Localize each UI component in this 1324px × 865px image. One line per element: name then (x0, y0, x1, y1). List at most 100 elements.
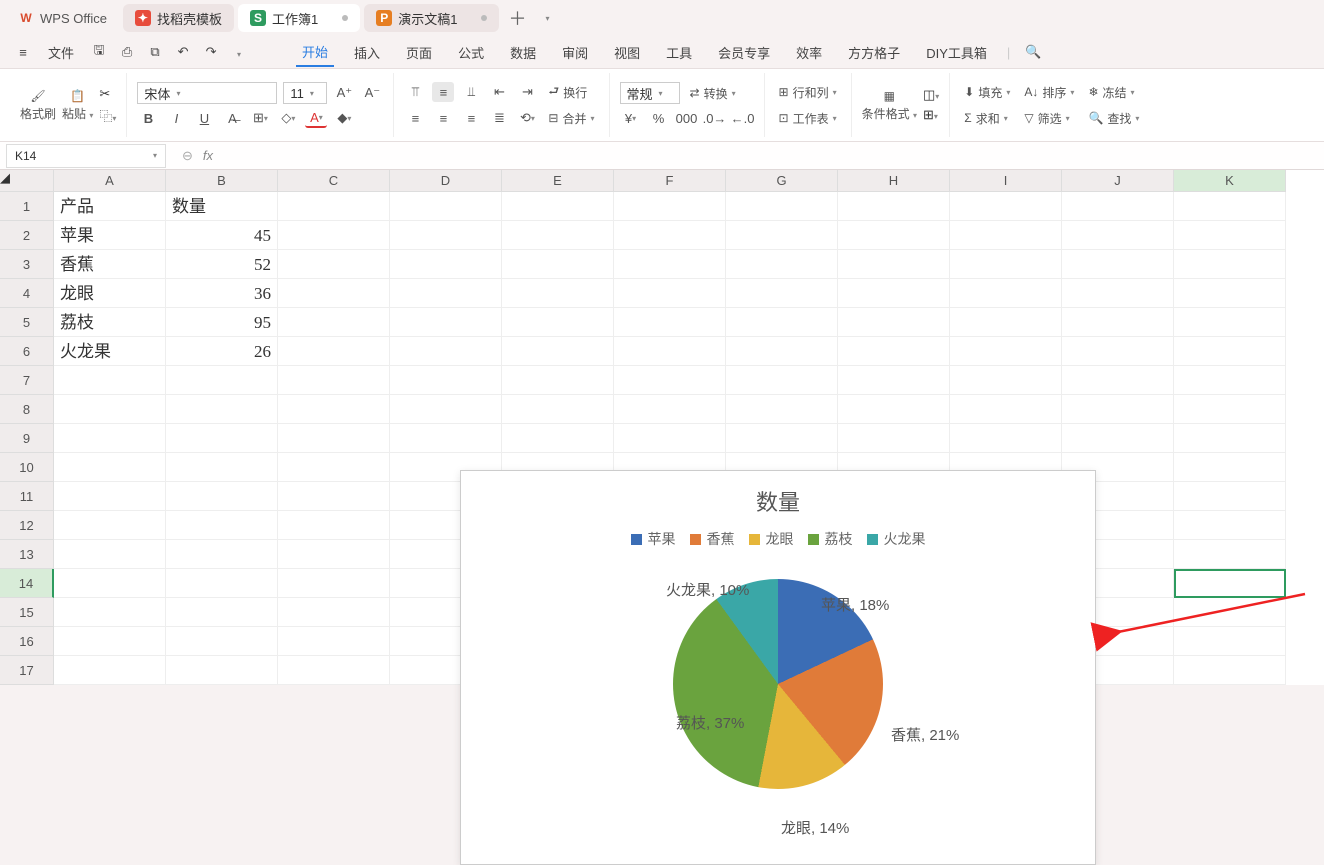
cell[interactable] (838, 337, 950, 366)
cancel-formula-icon[interactable]: ⊖ (182, 148, 193, 164)
cell[interactable] (950, 424, 1062, 453)
cell[interactable] (726, 279, 838, 308)
table-styles-button[interactable]: ⊞▾ (923, 107, 939, 123)
bold-button[interactable]: B (137, 108, 159, 128)
row-header[interactable]: 17 (0, 656, 54, 685)
cell[interactable]: 95 (166, 308, 278, 337)
align-justify-button[interactable]: ≣ (488, 108, 510, 128)
decimal-increase-button[interactable]: .0→ (704, 108, 726, 128)
cell[interactable] (390, 250, 502, 279)
cell[interactable] (838, 279, 950, 308)
cell[interactable] (502, 424, 614, 453)
cell[interactable] (54, 424, 166, 453)
cell[interactable] (614, 424, 726, 453)
cell[interactable] (1062, 337, 1174, 366)
cell[interactable] (1174, 366, 1286, 395)
quick-dropdown-icon[interactable]: ▾ (230, 45, 248, 60)
cell[interactable]: 45 (166, 221, 278, 250)
row-header[interactable]: 12 (0, 511, 54, 540)
cell[interactable] (950, 395, 1062, 424)
align-left-button[interactable]: ≡ (404, 108, 426, 128)
cell[interactable] (726, 395, 838, 424)
cell[interactable]: 火龙果 (54, 337, 166, 366)
cell[interactable] (278, 279, 390, 308)
col-header[interactable]: E (502, 170, 614, 192)
cell[interactable] (390, 192, 502, 221)
menu-insert[interactable]: 插入 (348, 39, 386, 66)
cell[interactable] (502, 279, 614, 308)
cell[interactable] (1174, 453, 1286, 482)
menu-diy[interactable]: DIY工具箱 (920, 39, 993, 66)
font-select[interactable]: 宋体▾ (137, 82, 277, 104)
cell[interactable] (390, 424, 502, 453)
row-header[interactable]: 7 (0, 366, 54, 395)
fx-icon[interactable]: fx (203, 148, 213, 163)
cell[interactable] (726, 221, 838, 250)
cell[interactable] (390, 308, 502, 337)
col-header[interactable]: A (54, 170, 166, 192)
underline-button[interactable]: U (193, 108, 215, 128)
cell[interactable] (54, 453, 166, 482)
cell[interactable]: 产品 (54, 192, 166, 221)
cell[interactable] (166, 656, 278, 685)
cell[interactable] (1062, 250, 1174, 279)
sort-button[interactable]: A↓ 排序 ▾ (1020, 81, 1078, 103)
menu-member[interactable]: 会员专享 (712, 39, 776, 66)
cell[interactable] (726, 192, 838, 221)
percent-button[interactable]: % (648, 108, 670, 128)
cell[interactable] (1174, 424, 1286, 453)
cell[interactable] (166, 395, 278, 424)
menu-data[interactable]: 数据 (504, 39, 542, 66)
menu-ffgz[interactable]: 方方格子 (842, 39, 906, 66)
cell[interactable] (614, 192, 726, 221)
print-icon[interactable]: ⎙ (118, 44, 136, 60)
cell[interactable] (166, 511, 278, 540)
cell[interactable] (1062, 279, 1174, 308)
col-header[interactable]: F (614, 170, 726, 192)
row-header[interactable]: 16 (0, 627, 54, 656)
cell[interactable] (166, 366, 278, 395)
cell[interactable] (1062, 221, 1174, 250)
row-header[interactable]: 3 (0, 250, 54, 279)
cell[interactable] (390, 395, 502, 424)
cell[interactable] (950, 308, 1062, 337)
cell[interactable] (950, 192, 1062, 221)
chart-object[interactable]: 数量 苹果 香蕉 龙眼 荔枝 火龙果 苹果, 18% 香蕉, 21% 龙眼, 1… (460, 470, 1096, 865)
cell[interactable] (838, 221, 950, 250)
cell[interactable] (54, 598, 166, 627)
cell[interactable] (838, 308, 950, 337)
cell[interactable] (278, 627, 390, 656)
cut-button[interactable]: ✂ (99, 86, 116, 102)
cell[interactable] (502, 395, 614, 424)
cell[interactable] (166, 482, 278, 511)
fill-color-button[interactable]: ◇▾ (277, 108, 299, 128)
menu-tools[interactable]: 工具 (660, 39, 698, 66)
row-header[interactable]: 11 (0, 482, 54, 511)
cell[interactable] (278, 337, 390, 366)
print-preview-icon[interactable]: ⧉ (146, 44, 164, 60)
cell[interactable] (726, 250, 838, 279)
cell[interactable] (1174, 511, 1286, 540)
conditional-format-button[interactable]: ▦ 条件格式 ▾ (862, 89, 917, 122)
row-header[interactable]: 15 (0, 598, 54, 627)
cell[interactable] (726, 424, 838, 453)
cell[interactable] (1174, 395, 1286, 424)
merge-button[interactable]: ⊟ 合并 ▾ (544, 107, 598, 129)
col-header[interactable]: D (390, 170, 502, 192)
cell[interactable] (838, 395, 950, 424)
cell[interactable]: 香蕉 (54, 250, 166, 279)
cell[interactable] (278, 482, 390, 511)
cell[interactable] (278, 250, 390, 279)
cell[interactable] (278, 453, 390, 482)
cell[interactable] (1174, 540, 1286, 569)
cell[interactable] (502, 366, 614, 395)
cell[interactable] (1174, 656, 1286, 685)
cell[interactable] (278, 221, 390, 250)
cell[interactable] (166, 453, 278, 482)
cell[interactable] (614, 279, 726, 308)
col-header[interactable]: H (838, 170, 950, 192)
format-painter-button[interactable]: 🖌 格式刷 (20, 89, 56, 122)
cell[interactable]: 52 (166, 250, 278, 279)
cell[interactable]: 36 (166, 279, 278, 308)
menu-view[interactable]: 视图 (608, 39, 646, 66)
